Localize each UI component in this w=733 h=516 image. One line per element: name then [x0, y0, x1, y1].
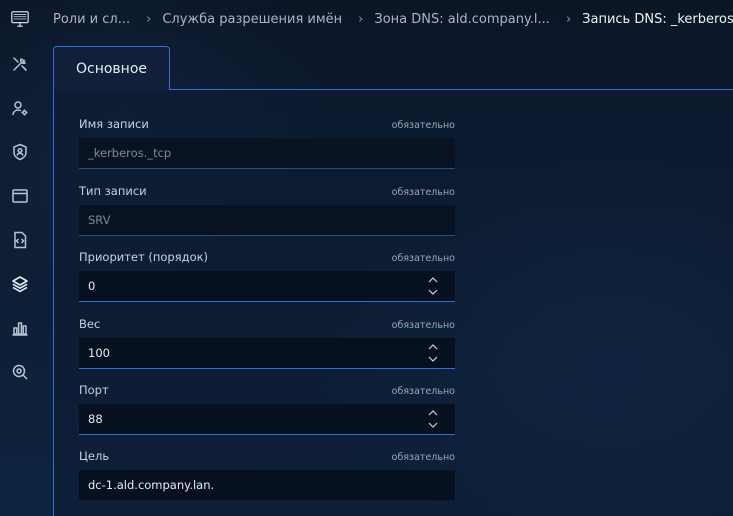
breadcrumb-dns-service[interactable]: Служба разрешения имён [162, 12, 342, 27]
target-value: dc-1.ald.company.lan. [88, 478, 215, 492]
record-panel: Основное Имя записи обязательно _kerbero… [53, 46, 733, 516]
required-marker: обязательно [391, 452, 455, 463]
user-settings-icon[interactable] [0, 86, 39, 130]
form-panel: Имя записи обязательно _kerberos._tcp Ти… [53, 89, 733, 516]
record-type-input[interactable]: SRV [79, 205, 455, 236]
target-input[interactable]: dc-1.ald.company.lan. [79, 470, 455, 501]
chevron-right-icon: › [358, 11, 364, 27]
tab-general[interactable]: Основное [53, 46, 170, 90]
weight-value: 100 [88, 346, 110, 360]
required-marker: обязательно [391, 120, 455, 131]
weight-input[interactable]: 100 [79, 338, 455, 369]
priority-input[interactable]: 0 [79, 271, 455, 302]
sidebar [0, 0, 39, 516]
weight-label: Вес [79, 317, 101, 331]
code-file-icon[interactable] [0, 218, 39, 262]
port-value: 88 [88, 412, 103, 426]
breadcrumb-roles[interactable]: Роли и сл... [53, 12, 130, 27]
chevron-down-icon[interactable] [427, 420, 439, 431]
port-stepper [427, 407, 439, 431]
priority-stepper [427, 274, 439, 298]
required-marker: обязательно [391, 320, 455, 331]
chevron-up-icon[interactable] [427, 407, 439, 418]
weight-stepper [427, 341, 439, 365]
tab-connector [54, 89, 169, 91]
required-marker: обязательно [391, 253, 455, 264]
record-type-label: Тип записи [79, 184, 147, 198]
app-window: Роли и сл... › Служба разрешения имён › … [0, 0, 733, 516]
record-type-field: Тип записи обязательно SRV [79, 184, 455, 236]
chevron-right-icon: › [565, 11, 572, 27]
port-field: Порт обязательно 88 [79, 383, 455, 435]
shield-user-icon[interactable] [0, 130, 39, 174]
chevron-down-icon[interactable] [427, 354, 439, 365]
monitor-logo[interactable] [9, 8, 31, 30]
search-scan-icon[interactable] [0, 350, 39, 394]
port-input[interactable]: 88 [79, 404, 455, 435]
breadcrumb-dns-record: Запись DNS: _kerberos._t... [582, 11, 733, 27]
tab-general-label: Основное [75, 60, 148, 77]
target-field: Цель обязательно dc-1.ald.company.lan. [79, 449, 455, 501]
breadcrumb: Роли и сл... › Служба разрешения имён › … [53, 0, 733, 38]
record-type-value: SRV [88, 213, 111, 227]
chevron-up-icon[interactable] [427, 341, 439, 352]
bar-chart-icon[interactable] [0, 306, 39, 350]
chevron-up-icon[interactable] [427, 274, 439, 285]
weight-field: Вес обязательно 100 [79, 317, 455, 369]
target-label: Цель [79, 449, 110, 463]
chevron-right-icon: › [146, 11, 152, 27]
priority-label: Приоритет (порядок) [79, 250, 209, 264]
breadcrumb-dns-zone[interactable]: Зона DNS: ald.company.l... [374, 12, 550, 27]
chevron-down-icon[interactable] [427, 287, 439, 298]
priority-value: 0 [88, 279, 96, 293]
record-name-input[interactable]: _kerberos._tcp [79, 138, 455, 169]
required-marker: обязательно [391, 386, 455, 397]
required-marker: обязательно [391, 187, 455, 198]
tools-icon[interactable] [0, 42, 39, 86]
record-name-label: Имя записи [79, 117, 149, 131]
browser-window-icon[interactable] [0, 174, 39, 218]
record-name-field: Имя записи обязательно _kerberos._tcp [79, 117, 455, 169]
priority-field: Приоритет (порядок) обязательно 0 [79, 250, 455, 302]
layers-icon[interactable] [0, 262, 39, 306]
record-name-value: _kerberos._tcp [88, 146, 172, 160]
port-label: Порт [79, 383, 109, 397]
